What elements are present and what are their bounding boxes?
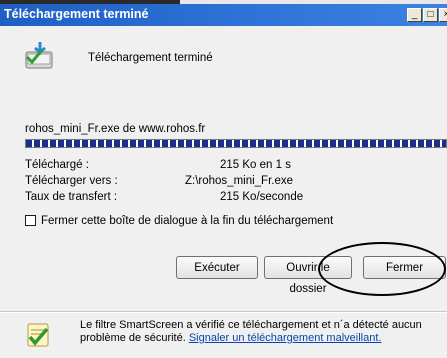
- downloaded-row: Téléchargé : 215 Ko en 1 s: [25, 159, 291, 171]
- downloaded-label: Téléchargé :: [25, 159, 89, 171]
- minimize-button[interactable]: _: [407, 8, 422, 22]
- target-label: Télécharger vers :: [25, 175, 118, 187]
- smartscreen-message: Le filtre SmartScreen a vérifié ce téléc…: [80, 319, 442, 345]
- rate-value: 215 Ko/seconde: [220, 191, 304, 203]
- report-malicious-link[interactable]: Signaler un téléchargement malveillant.: [189, 332, 382, 344]
- maximize-button[interactable]: □: [423, 8, 438, 22]
- close-button[interactable]: Fermer: [363, 256, 446, 279]
- download-dialog: Téléchargement terminé rohos_mini_Fr.exe…: [0, 26, 447, 358]
- divider-highlight: [0, 312, 447, 313]
- run-button[interactable]: Exécuter: [176, 256, 258, 279]
- smartscreen-shield-icon: [27, 323, 49, 347]
- minimize-icon: _: [411, 9, 418, 20]
- close-icon: ×: [443, 9, 447, 20]
- downloaded-value: 215 Ko en 1 s: [220, 159, 291, 171]
- maximize-icon: □: [427, 9, 434, 20]
- download-complete-icon: [25, 42, 53, 69]
- rate-label: Taux de transfert :: [25, 191, 118, 203]
- dialog-heading: Téléchargement terminé: [88, 52, 213, 64]
- progress-fill: [26, 140, 446, 147]
- target-row: Télécharger vers : Z:\rohos_mini_Fr.exe: [25, 175, 293, 187]
- open-folder-button[interactable]: Ouvrir le dossier: [264, 256, 352, 295]
- close-on-finish-option[interactable]: Fermer cette boîte de dialogue à la fin …: [25, 215, 333, 227]
- file-source-line: rohos_mini_Fr.exe de www.rohos.fr: [25, 123, 206, 135]
- rate-row: Taux de transfert : 215 Ko/seconde: [25, 191, 303, 203]
- window-title: Téléchargement terminé: [4, 7, 149, 21]
- close-window-button[interactable]: ×: [439, 8, 447, 22]
- title-bar: Téléchargement terminé _ □ ×: [0, 4, 447, 26]
- close-on-finish-label: Fermer cette boîte de dialogue à la fin …: [41, 215, 334, 227]
- download-progress-bar: [25, 139, 447, 148]
- target-value: Z:\rohos_mini_Fr.exe: [185, 175, 294, 187]
- close-on-finish-checkbox[interactable]: [25, 215, 36, 226]
